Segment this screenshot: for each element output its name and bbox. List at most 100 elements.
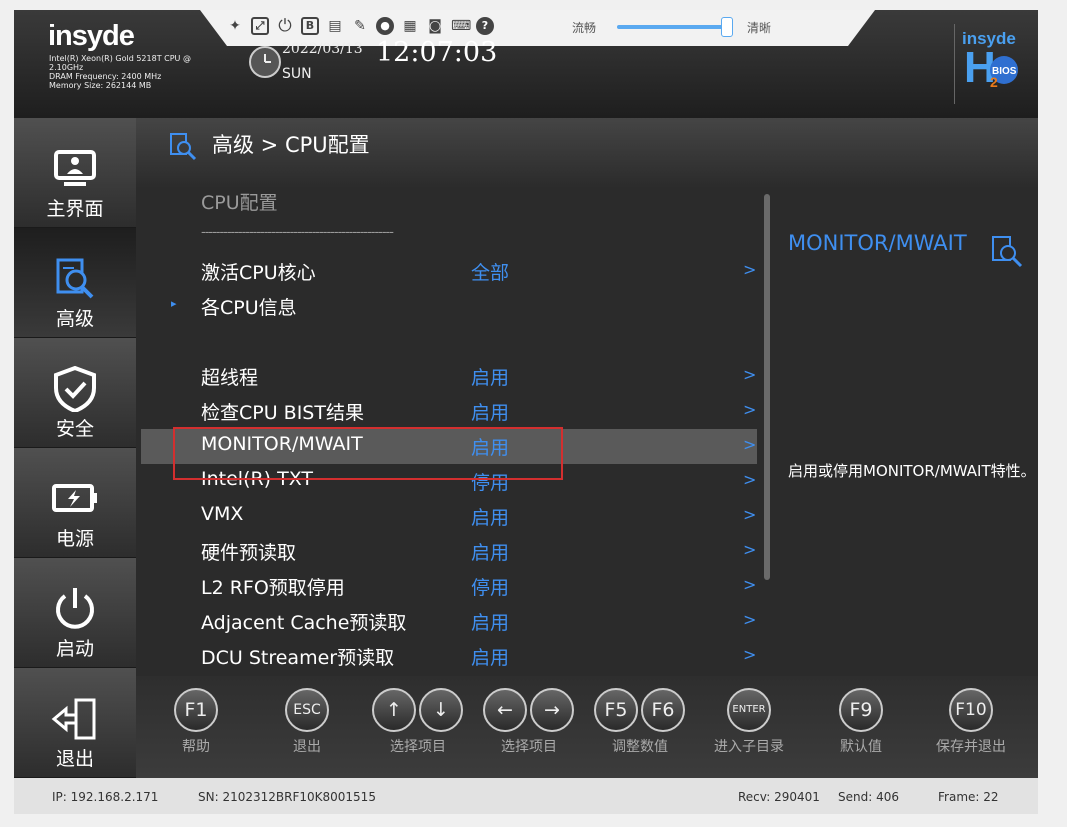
setting-row[interactable]: 硬件预读取 启用 >	[141, 534, 757, 569]
setting-row[interactable]: 检查CPU BIST结果 启用 >	[141, 394, 757, 429]
setting-row[interactable]: 超线程 启用 >	[141, 359, 757, 394]
setting-value[interactable]: 启用	[471, 503, 509, 530]
setting-row[interactable]: VMX 启用 >	[141, 499, 757, 534]
quality-slider-handle[interactable]	[721, 17, 733, 37]
arrow-left-icon[interactable]: ←	[483, 688, 527, 732]
keyboard-icon[interactable]: ⌨	[451, 17, 471, 35]
setting-label: 检查CPU BIST结果	[201, 402, 364, 424]
setting-row[interactable]: L2 RFO预取停用 停用 >	[141, 569, 757, 604]
camera-icon[interactable]: ◙	[426, 17, 444, 35]
sidebar-item-label: 退出	[55, 748, 94, 770]
hotkey-label: 保存并退出	[936, 739, 1006, 755]
selection-highlight-box	[173, 427, 563, 480]
sidebar-item-label: 安全	[55, 418, 94, 440]
arrow-up-icon[interactable]: ↑	[372, 688, 416, 732]
insyde-h2o-bios-logo: insyde H BIOS 2	[960, 24, 1030, 94]
f9-key[interactable]: F9	[839, 688, 883, 732]
hotkey-label: 选择项目	[390, 739, 446, 755]
quality-slider-track[interactable]	[617, 25, 723, 29]
separator: ----------------------------------------…	[141, 221, 757, 256]
main-panel: 高级 > CPU配置 CPU配置 -----------------------…	[136, 118, 1038, 676]
arrow-down-icon[interactable]: ↓	[419, 688, 463, 732]
slider-left-label: 流畅	[572, 21, 597, 35]
f1-key[interactable]: F1	[174, 688, 218, 732]
chevron-right-icon: >	[743, 645, 757, 664]
setting-value[interactable]: 启用	[471, 643, 509, 670]
pin-icon[interactable]: ✦	[226, 17, 244, 35]
chevron-right-icon: >	[743, 505, 757, 524]
setting-value[interactable]: 启用	[471, 538, 509, 565]
dram-freq-line: DRAM Frequency: 2400 MHz	[49, 72, 162, 81]
fit-screen-icon[interactable]: ⤢	[251, 17, 269, 35]
submenu-triangle-icon: ▸	[171, 297, 177, 310]
header: ✦ ⤢ ⏻ B ▤ ✎ ● ▦ ◙ ⌨ ? 流畅 清晰 insyde Intel…	[14, 10, 1038, 118]
setting-value[interactable]: 停用	[471, 573, 509, 600]
advanced-icon	[992, 236, 1023, 268]
hotkey-label: 选择项目	[501, 739, 557, 755]
power-icon[interactable]: ⏻	[276, 17, 294, 35]
sidebar-item-label: 主界面	[46, 198, 104, 220]
section-title-label: CPU配置	[201, 192, 278, 214]
setting-label: 超线程	[201, 367, 259, 389]
chevron-right-icon: >	[743, 575, 757, 594]
system-info: Intel(R) Xeon(R) Gold 5218T CPU @ 2.10GH…	[49, 54, 224, 90]
setting-value[interactable]: 启用	[471, 398, 509, 425]
svg-text:2: 2	[990, 74, 998, 90]
battery-icon	[52, 484, 97, 512]
day-display: SUN	[282, 66, 312, 82]
save-icon[interactable]: ▦	[401, 17, 419, 35]
setting-value[interactable]: 启用	[471, 608, 509, 635]
chevron-right-icon: >	[743, 365, 757, 384]
hotkey-bar: F1 帮助 ESC 退出 ↑ ↓ 选择项目 ← → 选择项目 F5 F6 调整数…	[136, 676, 1038, 778]
hotkey-label: 帮助	[182, 739, 210, 755]
setting-label: 激活CPU核心	[201, 262, 316, 284]
f10-key[interactable]: F10	[949, 688, 993, 732]
setting-value[interactable]: 启用	[471, 363, 509, 390]
setting-value[interactable]: 全部	[471, 258, 509, 285]
sidebar-item-exit[interactable]: 退出	[14, 668, 136, 778]
power-icon	[56, 588, 94, 629]
sidebar-item-security[interactable]: 安全	[14, 338, 136, 448]
submenu-row[interactable]: ▸ 各CPU信息	[141, 289, 757, 324]
exit-icon	[51, 698, 96, 740]
setting-label: 硬件预读取	[201, 542, 297, 564]
enter-key[interactable]: ENTER	[727, 688, 771, 732]
chevron-right-icon: >	[743, 435, 757, 454]
hotkey-label: 退出	[293, 739, 321, 755]
sidebar-item-boot[interactable]: 启动	[14, 558, 136, 668]
section-title: CPU配置	[141, 184, 757, 219]
hotkey-label: 进入子目录	[714, 739, 784, 755]
f5-key[interactable]: F5	[594, 688, 638, 732]
setting-row[interactable]: Adjacent Cache预读取 启用 >	[141, 604, 757, 639]
chevron-right-icon: >	[743, 260, 757, 279]
sidebar-item-label: 高级	[55, 308, 94, 330]
mouse-icon[interactable]: ✎	[351, 17, 369, 35]
chevron-right-icon: >	[743, 470, 757, 489]
record-icon[interactable]: ●	[376, 17, 394, 35]
scrollbar[interactable]	[764, 194, 770, 580]
recv-count: Recv: 290401	[738, 790, 820, 804]
sidebar-item-advanced[interactable]: 高级	[14, 228, 136, 338]
help-icon[interactable]: ?	[476, 17, 494, 35]
help-title: MONITOR/MWAIT	[788, 231, 967, 255]
b-icon[interactable]: B	[301, 17, 319, 35]
cpu-freq-line: 2.10GHz	[49, 63, 84, 72]
sidebar: 主界面 高级 安全 电源 启动 退出	[14, 118, 136, 778]
hotkey-label: 调整数值	[612, 739, 668, 755]
sidebar-item-label: 启动	[55, 638, 94, 660]
sidebar-item-main[interactable]: 主界面	[14, 118, 136, 228]
f6-key[interactable]: F6	[641, 688, 685, 732]
setting-row[interactable]: 激活CPU核心 全部 >	[141, 254, 757, 289]
insyde-logo: insyde	[48, 20, 135, 52]
send-count: Send: 406	[838, 790, 899, 804]
setting-row[interactable]: DCU Streamer预读取 启用 >	[141, 639, 757, 674]
esc-key[interactable]: ESC	[285, 688, 329, 732]
monitor-icon	[54, 150, 96, 186]
header-divider	[954, 24, 955, 104]
sidebar-item-power[interactable]: 电源	[14, 448, 136, 558]
arrow-right-icon[interactable]: →	[530, 688, 574, 732]
floppy-icon[interactable]: ▤	[326, 17, 344, 35]
setting-label: L2 RFO预取停用	[201, 577, 345, 599]
advanced-icon	[170, 133, 197, 161]
setting-label: DCU Streamer预读取	[201, 647, 395, 669]
